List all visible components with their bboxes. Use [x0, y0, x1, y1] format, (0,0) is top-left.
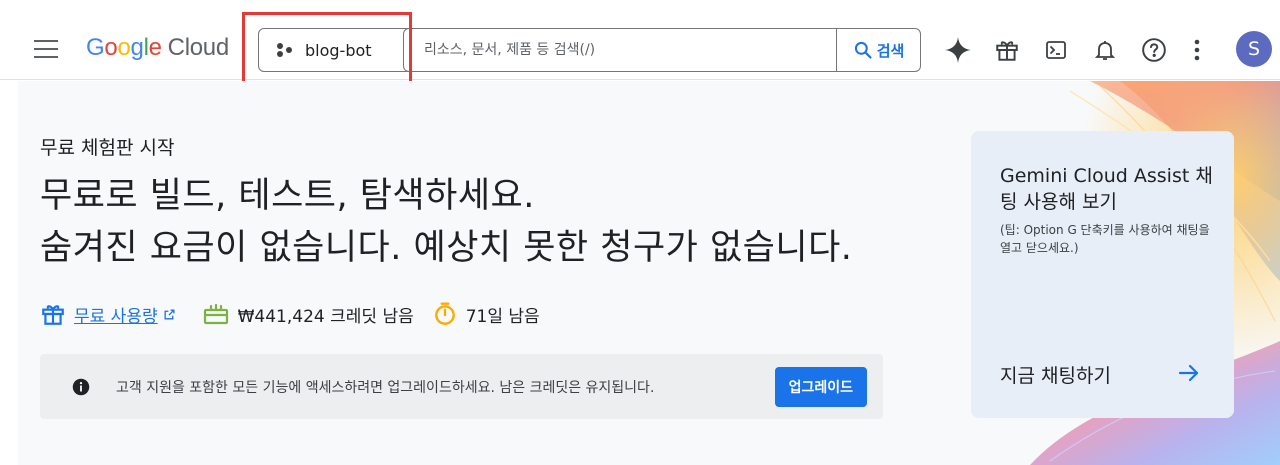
toolbar-icons — [940, 32, 1222, 68]
gift-icon[interactable] — [989, 32, 1025, 68]
search-bar: 검색 — [403, 28, 921, 72]
days-remaining: 71일 남음 — [465, 306, 540, 327]
trial-headline: 무료로 빌드, 테스트, 탐색하세요. 숨겨진 요금이 없습니다. 예상치 못한… — [40, 170, 852, 274]
upgrade-button[interactable]: 업그레이드 — [774, 366, 867, 407]
terminal-icon[interactable] — [1038, 32, 1074, 68]
headline-line-2: 숨겨진 요금이 없습니다. 예상치 못한 청구가 없습니다. — [40, 228, 853, 268]
gemini-sparkle-icon[interactable] — [940, 32, 976, 68]
notice-message: 고객 지원을 포함한 모든 기능에 액세스하려면 업그레이드하세요. 남은 크레… — [116, 379, 655, 396]
info-icon — [72, 378, 90, 395]
trial-label: 무료 체험판 시작 — [40, 137, 175, 159]
credit-card-icon — [203, 303, 228, 325]
search-icon — [854, 41, 872, 59]
external-link-icon — [164, 309, 175, 319]
account-avatar[interactable]: S — [1236, 31, 1272, 67]
search-button[interactable]: 검색 — [836, 29, 920, 71]
search-button-label: 검색 — [876, 41, 905, 60]
gemini-card-title: Gemini Cloud Assist 채팅 사용해 보기 — [1000, 165, 1213, 213]
trial-stats: 무료 사용량 ₩441,424 크레딧 남음 71일 남음 — [40, 298, 558, 330]
headline-line-1: 무료로 빌드, 테스트, 탐색하세요. — [40, 176, 535, 216]
gemini-cloud-assist-card: Gemini Cloud Assist 채팅 사용해 보기 (팁: Option… — [971, 131, 1234, 418]
days-stat: 71일 남음 — [432, 301, 540, 327]
notifications-bell-icon[interactable] — [1087, 32, 1123, 68]
logo-product-name: Cloud — [167, 34, 230, 61]
credit-remaining: ₩441,424 크레딧 남음 — [237, 306, 414, 327]
upgrade-notice: 고객 지원을 포함한 모든 기능에 액세스하려면 업그레이드하세요. 남은 크레… — [40, 354, 883, 419]
timer-icon — [434, 302, 455, 325]
free-usage-link[interactable]: 무료 사용량 — [74, 302, 158, 327]
gemini-card-tip: (팁: Option G 단축키를 사용하여 채팅을 열고 닫으세요.) — [1000, 223, 1210, 255]
more-vert-icon[interactable] — [1185, 32, 1209, 68]
credit-stat: ₩441,424 크레딧 남음 — [202, 301, 414, 327]
project-picker-highlight — [242, 12, 412, 84]
gift-icon — [42, 305, 64, 325]
google-cloud-logo[interactable]: Google Cloud — [86, 34, 229, 64]
free-usage-stat: 무료 사용량 — [40, 301, 184, 327]
top-app-bar: GoogleCloud blog-bot 검색 — [0, 0, 1280, 80]
search-input[interactable] — [410, 29, 836, 71]
help-icon[interactable] — [1136, 32, 1172, 68]
main-menu-icon[interactable] — [34, 40, 58, 58]
arrow-right-icon[interactable] — [1177, 361, 1201, 385]
chat-now-link[interactable]: 지금 채팅하기 — [1000, 361, 1111, 388]
